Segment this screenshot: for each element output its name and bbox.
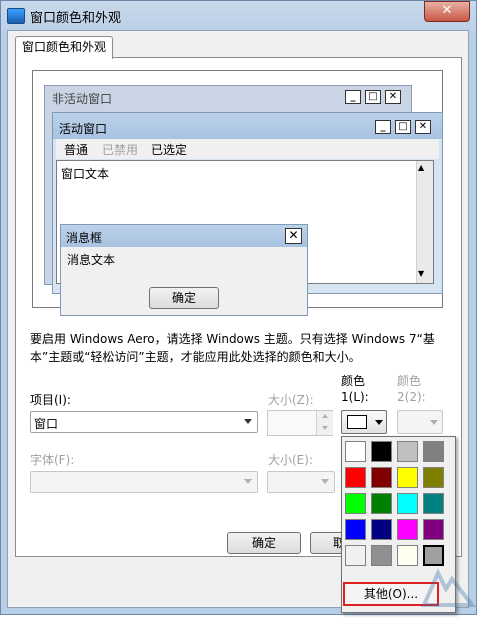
color-swatch[interactable]	[423, 519, 444, 540]
menu-item-disabled[interactable]: 已禁用	[102, 141, 138, 158]
maximize-icon: □	[395, 120, 411, 134]
color-swatch[interactable]	[345, 493, 366, 514]
aero-info-text: 要启用 Windows Aero，请选择 Windows 主题。只有选择 Win…	[30, 332, 435, 364]
menu-item-selected[interactable]: 已选定	[151, 141, 187, 158]
color2-label: 颜色	[397, 374, 422, 388]
close-icon: ✕	[385, 90, 401, 104]
color-swatch[interactable]	[371, 545, 392, 566]
color-swatch[interactable]	[397, 493, 418, 514]
color-swatch[interactable]	[371, 493, 392, 514]
chevron-down-icon	[375, 420, 383, 425]
minimize-icon: _	[375, 120, 391, 134]
item-select[interactable]	[30, 411, 258, 433]
color1-swatch	[347, 415, 367, 429]
spin-buttons[interactable]	[316, 411, 333, 435]
color-swatch[interactable]	[423, 545, 444, 566]
color-swatch[interactable]	[397, 545, 418, 566]
color-swatch[interactable]	[423, 493, 444, 514]
size-label: 大小(Z):	[268, 393, 314, 407]
maximize-icon: □	[365, 90, 381, 104]
window-title: 窗口颜色和外观	[30, 11, 122, 26]
scroll-down-icon: ▼	[418, 269, 425, 278]
color2-label-shortcut: 2(2):	[397, 390, 426, 404]
color-swatch[interactable]	[371, 519, 392, 540]
chevron-down-icon	[244, 479, 252, 484]
ok-button[interactable]: 确定	[227, 532, 301, 554]
message-box-ok-button[interactable]: 确定	[149, 287, 219, 309]
color-swatch[interactable]	[371, 441, 392, 462]
color-swatch[interactable]	[371, 467, 392, 488]
color-swatch[interactable]	[423, 441, 444, 462]
color-swatch[interactable]	[423, 467, 444, 488]
watermark-logo	[420, 565, 477, 613]
color-swatch[interactable]	[397, 467, 418, 488]
color-swatch[interactable]	[345, 467, 366, 488]
message-box-title[interactable]: 消息框	[66, 229, 102, 246]
close-button[interactable]: ✕	[424, 1, 470, 22]
color-swatch[interactable]	[345, 545, 366, 566]
font-size-label: 大小(E):	[268, 453, 313, 467]
inactive-window-title[interactable]: 非活动窗口	[52, 90, 112, 107]
chevron-down-icon	[321, 479, 329, 484]
color1-label-shortcut: 1(L):	[341, 390, 369, 404]
chevron-down-icon	[244, 419, 252, 424]
color-swatch[interactable]	[397, 441, 418, 462]
active-window-title[interactable]: 活动窗口	[59, 120, 107, 137]
font-select[interactable]	[30, 471, 258, 493]
tab-window-color[interactable]: 窗口颜色和外观	[15, 36, 113, 59]
color-swatch[interactable]	[345, 441, 366, 462]
close-icon: ✕	[415, 120, 431, 134]
item-select-value: 窗口	[34, 417, 59, 431]
color1-label: 颜色	[341, 374, 366, 388]
color-swatch[interactable]	[345, 519, 366, 540]
color-swatch[interactable]	[397, 519, 418, 540]
message-text[interactable]: 消息文本	[67, 251, 115, 268]
display-settings-icon	[7, 8, 25, 24]
close-icon: ✕	[285, 228, 302, 244]
font-size-select[interactable]	[267, 471, 335, 493]
item-label: 项目(I):	[30, 393, 71, 407]
window-text-label[interactable]: 窗口文本	[61, 165, 109, 182]
font-label: 字体(F):	[30, 453, 75, 467]
preview-scrollbar[interactable]	[416, 161, 433, 283]
chevron-down-icon	[430, 420, 438, 425]
minimize-icon: _	[345, 90, 361, 104]
menu-item-normal[interactable]: 普通	[64, 141, 88, 158]
scroll-up-icon: ▲	[418, 163, 425, 172]
